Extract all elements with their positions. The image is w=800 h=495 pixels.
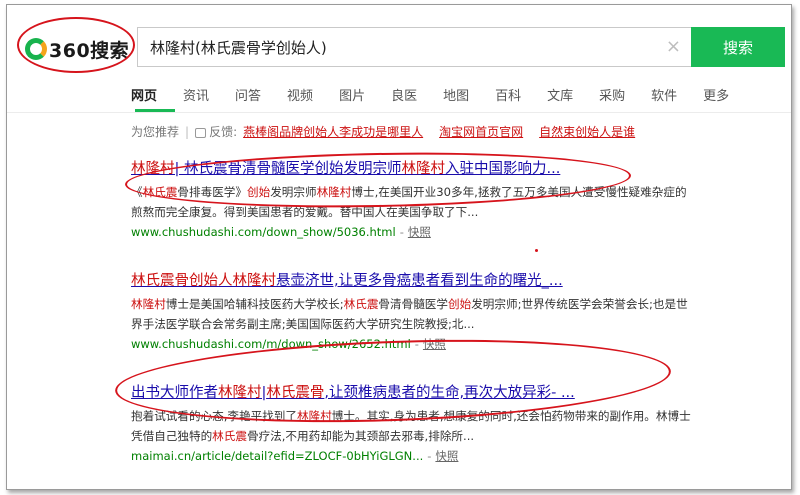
result-url-line: www.chushudashi.com/m/down_show/2652.htm… [131, 337, 446, 351]
tab-wenku[interactable]: 文库 [547, 85, 573, 111]
snapshot-link[interactable]: 快照 [423, 337, 446, 351]
logo-text: 360搜索 [49, 39, 130, 62]
site-logo[interactable]: 360搜索 [25, 31, 129, 67]
tab-images[interactable]: 图片 [339, 85, 365, 111]
tab-qa[interactable]: 问答 [235, 85, 261, 111]
recommend-link[interactable]: 自然束创始人是谁 [539, 123, 635, 140]
tab-purchase[interactable]: 采购 [599, 85, 625, 111]
tab-baike[interactable]: 百科 [495, 85, 521, 111]
feedback-label[interactable]: 反馈: [209, 123, 237, 140]
tab-video[interactable]: 视频 [287, 85, 313, 111]
tab-more[interactable]: 更多 [703, 85, 729, 111]
recommend-bar: 为您推荐 | 反馈: 燕棒阁品牌创始人李成功是哪里人 淘宝网首页官网 自然束创始… [131, 123, 635, 140]
result-snippet: 林隆村博士是美国哈辅科技医药大学校长;林氏震骨清骨髓医学创始发明宗师;世界传统医… [131, 297, 688, 331]
nav-divider [7, 112, 791, 113]
snapshot-link[interactable]: 快照 [435, 449, 458, 463]
result-title-link[interactable]: 林隆村| 林氏震骨清骨髓医学创始发明宗师林隆村入驻中国影响力... [131, 159, 691, 179]
result-snippet: 《林氏震骨排毒医学》创始发明宗师林隆村博士,在美国开业30多年,拯救了五万多美国… [131, 185, 687, 219]
feedback-icon[interactable] [195, 127, 207, 138]
browser-frame: 360搜索 × 搜索 网页 资讯 问答 视频 图片 良医 地图 百科 文库 采购… [6, 4, 792, 490]
annotation-dot [535, 249, 538, 252]
tab-news[interactable]: 资讯 [183, 85, 209, 111]
result-snippet: 抱着试试看的心态,李艳平找到了林隆村博士。其实,身为患者,想康复的同时,还会怕药… [131, 409, 691, 443]
tab-map[interactable]: 地图 [443, 85, 469, 111]
recommend-link[interactable]: 淘宝网首页官网 [439, 123, 523, 140]
search-result: 林隆村| 林氏震骨清骨髓医学创始发明宗师林隆村入驻中国影响力... 《林氏震骨排… [131, 159, 691, 241]
result-url-line: www.chushudashi.com/down_show/5036.html -… [131, 225, 431, 239]
recommend-link[interactable]: 燕棒阁品牌创始人李成功是哪里人 [243, 123, 423, 140]
clear-icon[interactable]: × [666, 36, 681, 57]
result-url[interactable]: maimai.cn/article/detail?efid=ZLOCF-0bHY… [131, 449, 423, 463]
search-input[interactable] [150, 28, 650, 66]
nav-tabs: 网页 资讯 问答 视频 图片 良医 地图 百科 文库 采购 软件 更多 [131, 85, 791, 111]
search-box: × [137, 27, 691, 67]
recommend-separator: | [185, 124, 190, 139]
logo-ring-icon [25, 38, 47, 60]
result-url[interactable]: www.chushudashi.com/m/down_show/2652.htm… [131, 337, 411, 351]
result-url-line: maimai.cn/article/detail?efid=ZLOCF-0bHY… [131, 449, 459, 463]
result-title-link[interactable]: 出书大师作者林隆村|林氏震骨,让颈椎病患者的生命,再次大放异彩- ... [131, 383, 691, 403]
tab-software[interactable]: 软件 [651, 85, 677, 111]
result-url[interactable]: www.chushudashi.com/down_show/5036.html [131, 225, 396, 239]
tab-doctor[interactable]: 良医 [391, 85, 417, 111]
recommend-label: 为您推荐 [131, 125, 180, 139]
search-result: 林氏震骨创始人林隆村悬壶济世,让更多骨癌患者看到生命的曙光_... 林隆村博士是… [131, 271, 691, 353]
search-result: 出书大师作者林隆村|林氏震骨,让颈椎病患者的生命,再次大放异彩- ... 抱着试… [131, 383, 691, 465]
result-title-link[interactable]: 林氏震骨创始人林隆村悬壶济世,让更多骨癌患者看到生命的曙光_... [131, 271, 691, 291]
snapshot-link[interactable]: 快照 [408, 225, 431, 239]
search-button[interactable]: 搜索 [691, 27, 785, 67]
tab-web[interactable]: 网页 [131, 85, 157, 111]
